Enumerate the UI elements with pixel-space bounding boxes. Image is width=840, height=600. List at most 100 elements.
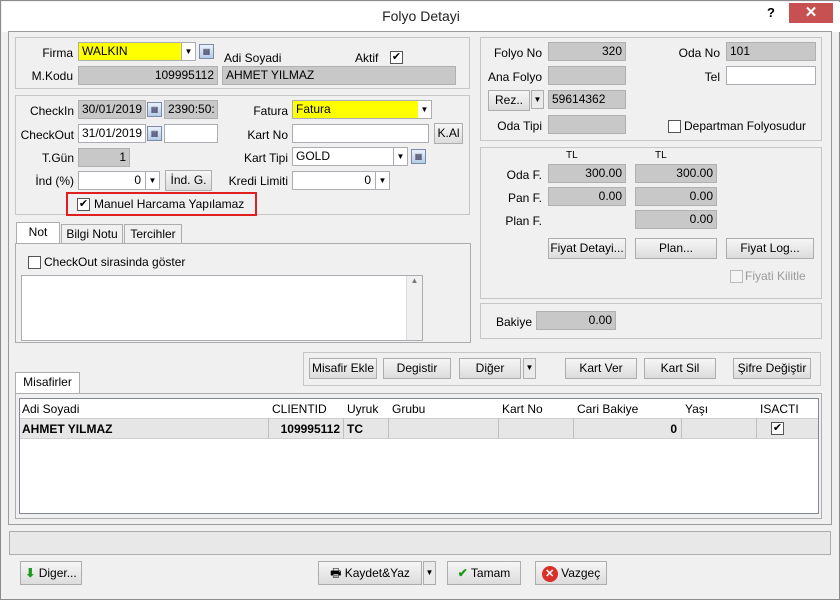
odaf-field-2: 300.00	[635, 164, 717, 183]
kaydet-yaz-button[interactable]: 🖶 Kaydet&Yaz	[318, 561, 422, 585]
tamam-label: Tamam	[470, 566, 511, 580]
kaydet-yaz-label: Kaydet&Yaz	[344, 566, 410, 580]
search-icon[interactable]: ▦	[411, 149, 426, 164]
tab-misafirler[interactable]: Misafirler	[15, 372, 80, 394]
chevron-down-icon[interactable]: ▼	[375, 172, 389, 189]
vazgec-button[interactable]: ✕ Vazgeç	[535, 561, 607, 585]
manuel-harcama-label: Manuel Harcama Yapılamaz	[94, 197, 245, 211]
firma-label: Firma	[42, 46, 73, 60]
ind-value: 0	[134, 173, 141, 187]
departman-label: Departman Folyosudur	[684, 119, 807, 133]
fatura-value: Fatura	[296, 102, 331, 116]
kal-button[interactable]: K.Al	[434, 123, 463, 144]
diger-button[interactable]: Diğer	[459, 358, 521, 379]
adi-soyadi-label: Adi Soyadi	[224, 51, 282, 65]
folyono-label: Folyo No	[493, 46, 542, 60]
tl-label-1: TL	[566, 150, 578, 161]
table-row[interactable]	[20, 418, 818, 439]
notes-textarea[interactable]	[21, 275, 423, 341]
ind-g-button[interactable]: İnd. G.	[165, 170, 212, 191]
checkout-show-checkbox[interactable]	[28, 256, 41, 269]
checkin-label: CheckIn	[29, 104, 74, 118]
adi-soyadi-field: AHMET YILMAZ	[222, 66, 456, 85]
chevron-up-icon[interactable]: ▲	[407, 276, 422, 285]
kredi-select[interactable]: 0 ▼	[292, 171, 390, 190]
degistir-button[interactable]: Degistir	[383, 358, 451, 379]
kredi-value: 0	[364, 173, 371, 187]
checkin-date: 30/01/2019	[78, 100, 146, 119]
manuel-harcama-checkbox[interactable]: ✔	[77, 198, 90, 211]
calendar-icon[interactable]: ▦	[147, 126, 162, 141]
fiyati-kilitle-checkbox[interactable]	[730, 270, 743, 283]
search-icon[interactable]: ▦	[199, 44, 214, 59]
odaf-label: Oda F.	[506, 168, 542, 182]
kart-sil-button[interactable]: Kart Sil	[644, 358, 716, 379]
chevron-down-icon[interactable]: ▼	[418, 101, 431, 118]
chevron-down-icon[interactable]: ▼	[145, 172, 159, 189]
aktif-checkbox[interactable]: ✔	[390, 51, 403, 64]
help-button[interactable]: ?	[767, 5, 781, 20]
odatipi-label: Oda Tipi	[497, 119, 542, 133]
col-yasi[interactable]: Yaşı	[685, 402, 708, 416]
aktif-label: Aktif	[355, 51, 379, 65]
departman-checkbox[interactable]	[668, 120, 681, 133]
chevron-down-icon[interactable]: ▼	[523, 358, 536, 379]
firma-value: WALKIN	[82, 44, 128, 58]
col-kart-no[interactable]: Kart No	[502, 402, 543, 416]
fatura-select[interactable]: Fatura ▼	[292, 100, 432, 119]
checkout-label: CheckOut	[20, 128, 74, 142]
chevron-down-icon[interactable]: ▼	[393, 148, 407, 165]
tel-label: Tel	[704, 70, 720, 84]
footer-diger-button[interactable]: ⬇ Diger...	[20, 561, 82, 585]
panf-field-1: 0.00	[548, 187, 626, 206]
tel-input[interactable]	[726, 66, 816, 85]
fatura-label: Fatura	[253, 104, 288, 118]
firma-select[interactable]: WALKIN ▼	[78, 42, 196, 61]
fiyat-detayi-button[interactable]: Fiyat Detayi...	[548, 238, 626, 259]
notes-scrollbar[interactable]: ▲	[406, 276, 422, 340]
ind-select[interactable]: 0 ▼	[78, 171, 160, 190]
tamam-button[interactable]: ✔ Tamam	[447, 561, 521, 585]
rez-button[interactable]: Rez..	[488, 90, 530, 111]
kart-ver-button[interactable]: Kart Ver	[565, 358, 637, 379]
ind-label: İnd (%)	[35, 174, 74, 188]
odaf-field-1: 300.00	[548, 164, 626, 183]
kredi-label: Kredi Limiti	[228, 174, 288, 188]
arrow-down-icon: ⬇	[25, 566, 36, 580]
cancel-icon: ✕	[541, 565, 558, 582]
col-grubu[interactable]: Grubu	[392, 402, 425, 416]
tab-not[interactable]: Not	[16, 222, 60, 244]
kartno-label: Kart No	[247, 128, 288, 142]
col-cari-bakiye[interactable]: Cari Bakiye	[577, 402, 638, 416]
row-clientid: 109995112	[280, 422, 340, 436]
misafir-ekle-button[interactable]: Misafir Ekle	[309, 358, 377, 379]
karttipi-select[interactable]: GOLD ▼	[292, 147, 408, 166]
row-isactive-checkbox[interactable]: ✔	[771, 422, 784, 435]
col-clientid[interactable]: CLIENTID	[272, 402, 327, 416]
mkodu-field: 109995112	[78, 66, 218, 85]
col-uyruk[interactable]: Uyruk	[347, 402, 378, 416]
calendar-icon[interactable]: ▦	[147, 102, 162, 117]
status-bar	[9, 531, 831, 555]
checkout-time[interactable]	[164, 124, 218, 143]
plan-button[interactable]: Plan...	[635, 238, 717, 259]
planf-field-2: 0.00	[635, 210, 717, 229]
tab-bilgi-notu[interactable]: Bilgi Notu	[61, 224, 123, 244]
fiyati-kilitle-label: Fiyati Kilitle	[745, 269, 806, 283]
row-uyruk: TC	[347, 422, 363, 436]
checkmark-icon: ✔	[457, 566, 468, 580]
tab-tercihler[interactable]: Tercihler	[124, 224, 182, 244]
folyono-field: 320	[548, 42, 626, 61]
close-button[interactable]: ✕	[789, 3, 833, 23]
chevron-down-icon[interactable]: ▼	[423, 561, 436, 585]
col-adi-soyadi[interactable]: Adi Soyadi	[22, 402, 79, 416]
kartno-input[interactable]	[292, 124, 429, 143]
fiyat-log-button[interactable]: Fiyat Log...	[726, 238, 814, 259]
chevron-down-icon[interactable]: ▼	[181, 43, 195, 60]
chevron-down-icon[interactable]: ▼	[531, 90, 544, 109]
checkout-date[interactable]: 31/01/2019	[78, 124, 146, 143]
row-adi-soyadi: AHMET YILMAZ	[22, 422, 113, 436]
col-isactive[interactable]: ISACTI	[760, 402, 818, 416]
row-cari-bakiye: 0	[670, 422, 677, 436]
sifre-degistir-button[interactable]: Şifre Değiştir	[733, 358, 811, 379]
